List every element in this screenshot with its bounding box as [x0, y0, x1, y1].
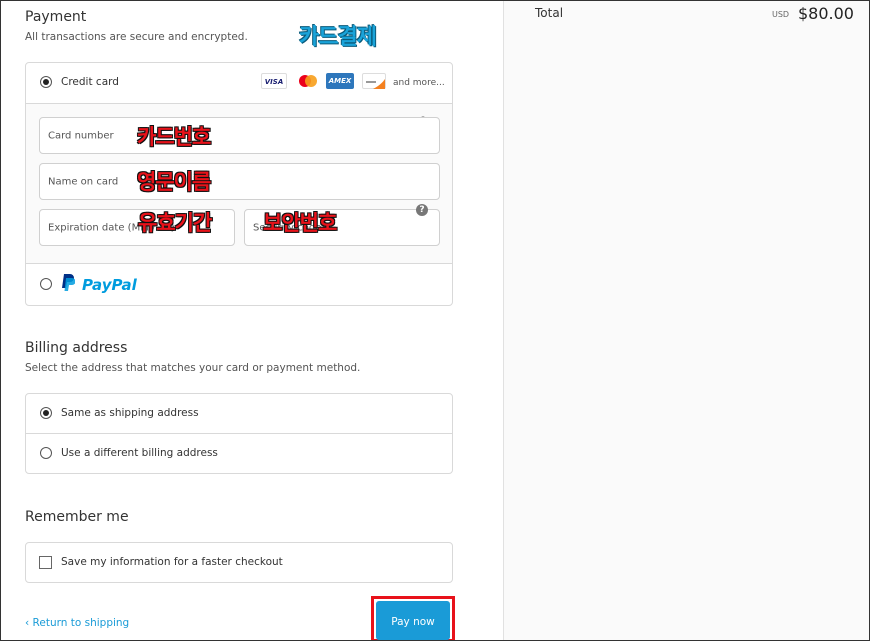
- and-more-label: and more...: [393, 78, 445, 88]
- visa-icon: VISA: [261, 73, 287, 89]
- credit-card-radio[interactable]: [40, 76, 52, 88]
- credit-card-option[interactable]: Credit card: [26, 63, 452, 104]
- checkout-window: Payment All transactions are secure and …: [0, 0, 870, 641]
- amex-icon: AMEX: [326, 73, 354, 89]
- billing-same-option[interactable]: Same as shipping address: [26, 394, 452, 434]
- pay-now-label: Pay now: [391, 616, 435, 628]
- remember-label: Save my information for a faster checkou…: [61, 556, 283, 568]
- korean-label-name: 영문이름: [137, 170, 211, 194]
- paypal-option[interactable]: PayPal: [26, 264, 452, 305]
- card-fields-area: Card number Name on card Expiration date…: [26, 104, 452, 264]
- discover-icon: [362, 73, 386, 89]
- remember-title: Remember me: [25, 509, 129, 525]
- korean-label-card-number: 카드번호: [137, 125, 211, 149]
- payment-panel: Payment All transactions are secure and …: [1, 1, 504, 640]
- pay-now-button[interactable]: Pay now: [376, 601, 450, 640]
- payment-title: Payment: [25, 9, 87, 25]
- remember-checkbox[interactable]: [39, 556, 52, 569]
- total-value: $80.00: [798, 4, 854, 23]
- card-number-placeholder: Card number: [48, 130, 114, 141]
- billing-subtitle: Select the address that matches your car…: [25, 362, 361, 374]
- korean-label-expiry: 유효기간: [138, 211, 212, 235]
- help-icon[interactable]: ?: [416, 204, 428, 216]
- paypal-label: PayPal: [82, 276, 137, 294]
- billing-same-radio[interactable]: [40, 407, 52, 419]
- billing-different-option[interactable]: Use a different billing address: [26, 434, 452, 473]
- billing-options-box: Same as shipping address Use a different…: [25, 393, 453, 474]
- card-number-field[interactable]: Card number: [39, 117, 440, 154]
- korean-heading: 카드결제: [299, 25, 377, 50]
- paypal-logo-icon: [61, 273, 76, 293]
- korean-label-security: 보안번호: [263, 211, 337, 235]
- payment-subtitle: All transactions are secure and encrypte…: [25, 31, 248, 43]
- paypal-radio[interactable]: [40, 278, 52, 290]
- mastercard-icon: [297, 73, 319, 89]
- billing-title: Billing address: [25, 340, 128, 356]
- return-to-shipping-link[interactable]: ‹ Return to shipping: [25, 617, 129, 629]
- total-label: Total: [535, 6, 564, 20]
- name-on-card-placeholder: Name on card: [48, 176, 119, 187]
- billing-different-label: Use a different billing address: [61, 447, 218, 459]
- remember-box: Save my information for a faster checkou…: [25, 542, 453, 583]
- order-summary-panel: Total USD $80.00: [504, 1, 869, 640]
- currency-label: USD: [772, 10, 790, 19]
- payment-method-box: Credit card Card number Name on card Exp…: [25, 62, 453, 306]
- chevron-left-icon: ‹: [25, 617, 30, 629]
- billing-same-label: Same as shipping address: [61, 407, 199, 419]
- return-label: Return to shipping: [32, 617, 130, 629]
- billing-different-radio[interactable]: [40, 447, 52, 459]
- name-on-card-field[interactable]: Name on card: [39, 163, 440, 200]
- credit-card-label: Credit card: [61, 76, 119, 88]
